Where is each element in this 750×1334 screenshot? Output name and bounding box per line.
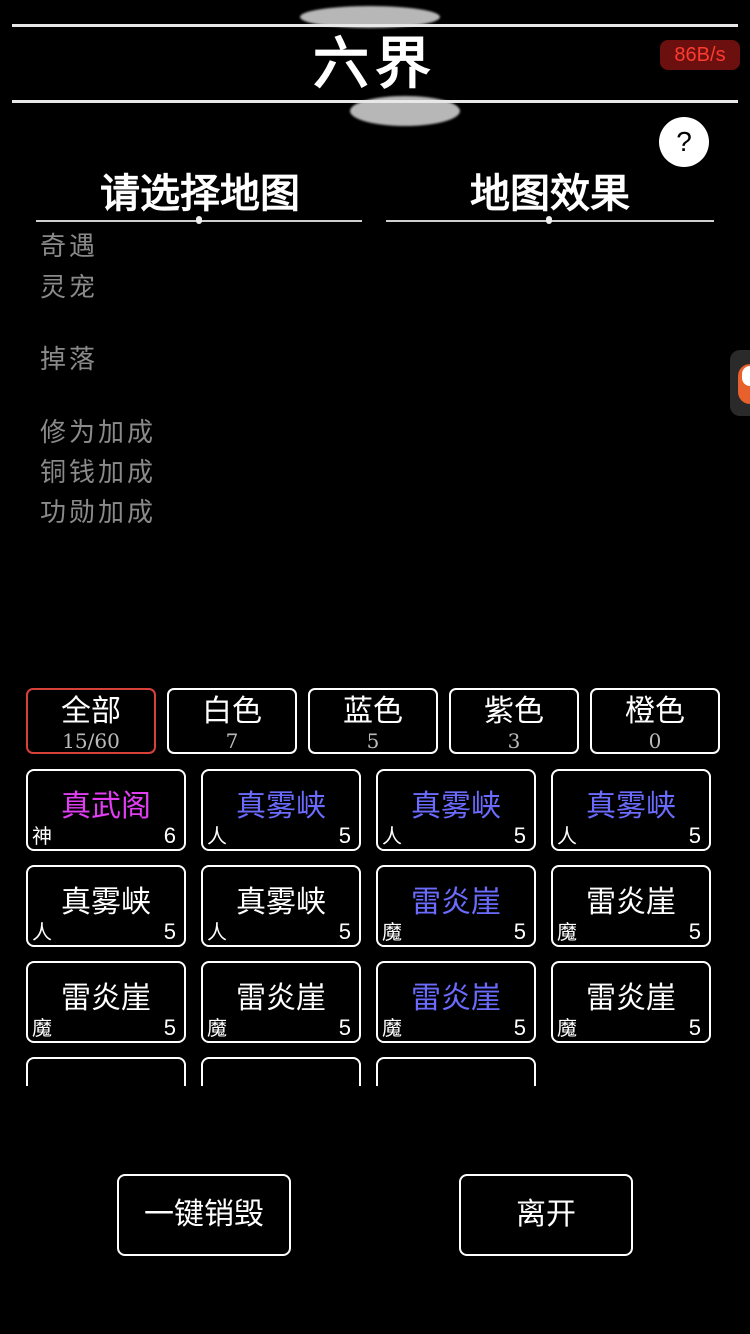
map-level: 5 (688, 1015, 701, 1040)
map-name: 雷炎崖 (586, 885, 676, 920)
map-name: 真雾峡 (236, 885, 326, 920)
map-card-partial[interactable] (26, 1057, 186, 1086)
tab-count: 0 (648, 729, 662, 753)
info-cultivation-bonus: 修为加成 (40, 418, 157, 448)
map-card[interactable]: 雷炎崖 魔 5 (376, 961, 536, 1043)
leave-button[interactable]: 离开 (459, 1174, 633, 1256)
map-effect-heading: 地图效果 (470, 170, 630, 217)
map-name: 雷炎崖 (411, 981, 501, 1016)
map-name: 真雾峡 (411, 789, 501, 824)
map-grid[interactable]: 真武阁 神 6 真雾峡 人 5 真雾峡 人 5 真雾峡 人 5 真雾峡 人 5 … (0, 760, 750, 1086)
map-card[interactable]: 雷炎崖 魔 5 (376, 865, 536, 947)
map-race: 人 (382, 824, 402, 848)
heading-underline-dot (196, 216, 202, 224)
tab-all[interactable]: 全部 15/60 (26, 688, 156, 754)
map-race: 人 (557, 824, 577, 848)
map-race: 人 (32, 920, 52, 944)
map-level: 5 (513, 919, 526, 944)
map-card[interactable]: 真雾峡 人 5 (201, 769, 361, 851)
map-name: 雷炎崖 (236, 981, 326, 1016)
tab-count: 7 (225, 729, 239, 753)
map-name: 真武阁 (61, 789, 151, 824)
map-name: 雷炎崖 (586, 981, 676, 1016)
help-button[interactable]: ? (659, 117, 709, 167)
info-pet: 灵宠 (40, 273, 99, 303)
map-race: 魔 (557, 920, 577, 944)
map-race: 魔 (32, 1016, 52, 1040)
map-race: 人 (207, 920, 227, 944)
header-bottom-line (12, 100, 738, 103)
info-encounter: 奇遇 (40, 232, 99, 262)
tab-count: 3 (507, 729, 521, 753)
map-name: 真雾峡 (586, 789, 676, 824)
map-card-partial[interactable] (201, 1057, 361, 1086)
map-level: 5 (688, 823, 701, 848)
side-float-handle[interactable] (730, 350, 750, 416)
map-level: 5 (688, 919, 701, 944)
float-ball-highlight (742, 366, 750, 386)
map-name: 真雾峡 (236, 789, 326, 824)
map-race: 神 (32, 824, 52, 848)
tab-label: 橙色 (625, 694, 685, 729)
map-card[interactable]: 雷炎崖 魔 5 (551, 865, 711, 947)
map-level: 6 (163, 823, 176, 848)
header-top-line (12, 24, 738, 27)
tab-label: 白色 (202, 694, 262, 729)
map-card-partial[interactable] (376, 1057, 536, 1086)
tab-count: 15/60 (62, 729, 120, 753)
page-title: 六界 (313, 31, 437, 97)
map-name: 雷炎崖 (61, 981, 151, 1016)
tab-label: 全部 (61, 694, 121, 729)
info-merit-bonus: 功勋加成 (40, 498, 157, 528)
info-coin-bonus: 铜钱加成 (40, 458, 157, 488)
map-level: 5 (338, 919, 351, 944)
map-race: 魔 (382, 1016, 402, 1040)
select-map-heading: 请选择地图 (100, 170, 300, 217)
map-race: 人 (207, 824, 227, 848)
map-card[interactable]: 真武阁 神 6 (26, 769, 186, 851)
heading-underline-dot (546, 216, 552, 224)
info-drop: 掉落 (40, 345, 99, 375)
map-card[interactable]: 真雾峡 人 5 (26, 865, 186, 947)
map-level: 5 (513, 823, 526, 848)
map-level: 5 (338, 1015, 351, 1040)
map-race: 魔 (557, 1016, 577, 1040)
map-card[interactable]: 雷炎崖 魔 5 (201, 961, 361, 1043)
map-name: 雷炎崖 (411, 885, 501, 920)
tab-label: 紫色 (484, 694, 544, 729)
map-race: 魔 (382, 920, 402, 944)
map-card[interactable]: 雷炎崖 魔 5 (551, 961, 711, 1043)
map-level: 5 (513, 1015, 526, 1040)
destroy-all-button[interactable]: 一键销毁 (117, 1174, 291, 1256)
map-name: 真雾峡 (61, 885, 151, 920)
map-level: 5 (163, 1015, 176, 1040)
network-speed-badge: 86B/s (660, 40, 740, 70)
map-card[interactable]: 真雾峡 人 5 (376, 769, 536, 851)
map-card[interactable]: 真雾峡 人 5 (201, 865, 361, 947)
tab-blue[interactable]: 蓝色 5 (308, 688, 438, 754)
tab-white[interactable]: 白色 7 (167, 688, 297, 754)
map-level: 5 (163, 919, 176, 944)
map-card[interactable]: 真雾峡 人 5 (551, 769, 711, 851)
tab-count: 5 (366, 729, 380, 753)
tab-purple[interactable]: 紫色 3 (449, 688, 579, 754)
map-card[interactable]: 雷炎崖 魔 5 (26, 961, 186, 1043)
tab-label: 蓝色 (343, 694, 403, 729)
map-level: 5 (338, 823, 351, 848)
map-race: 魔 (207, 1016, 227, 1040)
tab-orange[interactable]: 橙色 0 (590, 688, 720, 754)
